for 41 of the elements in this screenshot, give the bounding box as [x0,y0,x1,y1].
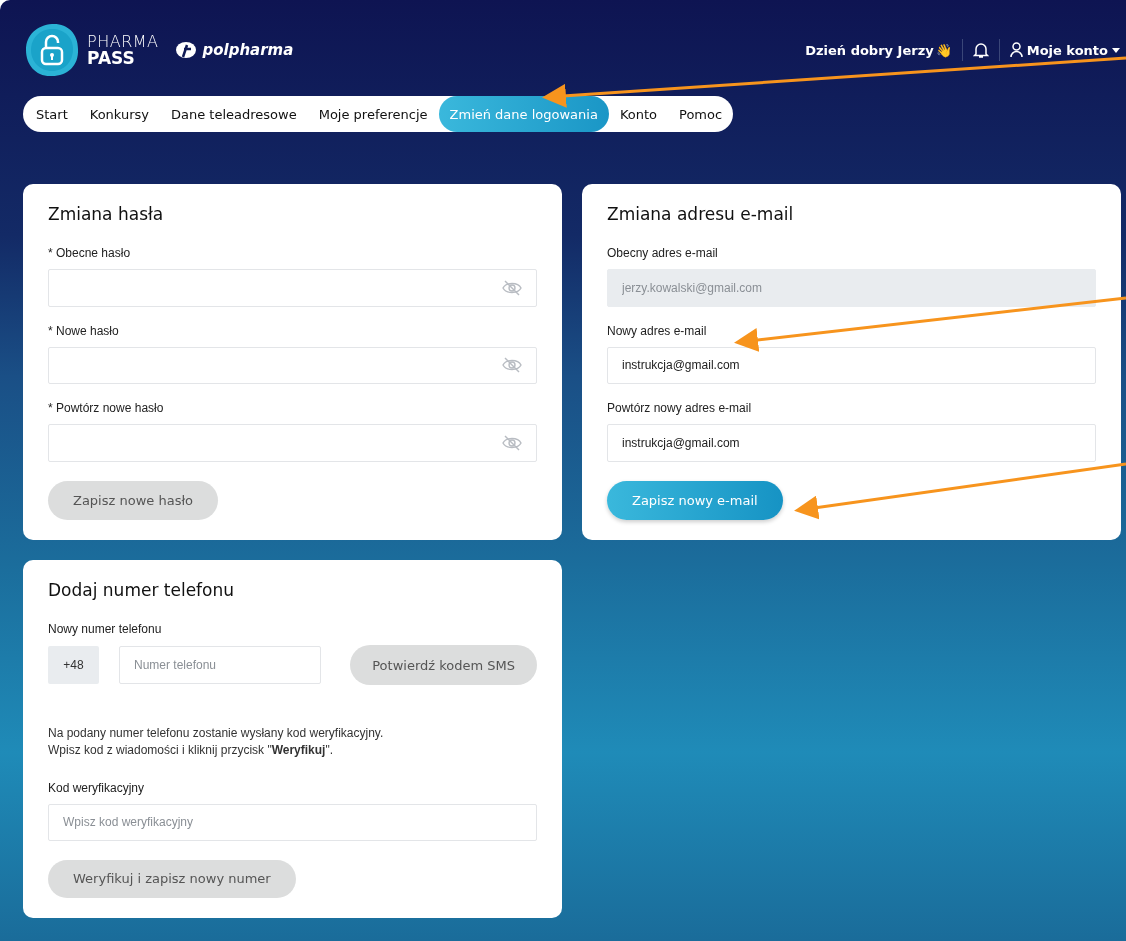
email-field[interactable]: instrukcja@gmail.com [607,424,1096,462]
nav-tab[interactable]: Start [25,96,79,132]
field-label: Obecny adres e-mail [607,246,719,260]
partner-logo-text: polpharma [202,41,294,59]
greeting-text: Dzień dobry Jerzy [805,42,934,58]
bell-icon[interactable] [972,41,989,59]
nav-tab[interactable]: Pomoc [668,96,734,132]
nav-tab[interactable]: Moje preferencje [307,96,439,132]
field-label: * Powtórz nowe hasło [48,401,165,416]
partner-logo-icon [174,41,197,59]
user-icon [1009,42,1023,58]
caret-icon [1112,47,1120,53]
logo-text: PASS [87,49,136,67]
email-field[interactable]: instrukcja@gmail.com [607,346,1096,385]
nav-tab[interactable]: Dane teleadresowe [160,96,308,132]
card-title: Dodaj numer telefonu [48,580,236,600]
logo-text: PHARMA [87,33,159,50]
verification-code-field[interactable]: Wpisz kod weryfikacyjny [48,804,537,841]
eye-off-icon[interactable] [502,279,522,296]
field-label: * Obecne hasło [48,246,132,260]
field-label: Nowy adres e-mail [607,323,708,338]
phone-field[interactable]: Numer telefonu [119,646,321,684]
eye-off-icon[interactable] [502,434,522,451]
nav-tab[interactable]: Konto [608,96,668,132]
country-code-box: +48 [48,646,99,684]
info-text: Na podany numer telefonu zostanie wysłany kod weryfikacyjny. [48,725,385,742]
password-field[interactable] [48,269,537,307]
info-text: Wpisz kod z wiadomości i kliknij przycisk "Weryfikuj". [48,742,335,759]
waving-hand-emoji: 👋 [935,42,952,58]
field-label: Kod weryfikacyjny [48,781,146,795]
password-field[interactable] [48,346,537,385]
account-menu-button[interactable]: Moje konto [1009,42,1120,58]
field-label: * Nowe hasło [48,323,120,338]
password-field[interactable] [48,424,537,462]
field-label: Powtórz nowy adres e-mail [607,401,753,416]
card-title: Zmiana hasła [48,204,165,224]
nav-tab[interactable]: Konkursy [78,96,160,132]
eye-off-icon[interactable] [502,357,522,374]
card-title: Zmiana adresu e-mail [607,204,795,224]
padlock-logo-icon [23,21,81,79]
field-label: Nowy numer telefonu [48,622,163,636]
